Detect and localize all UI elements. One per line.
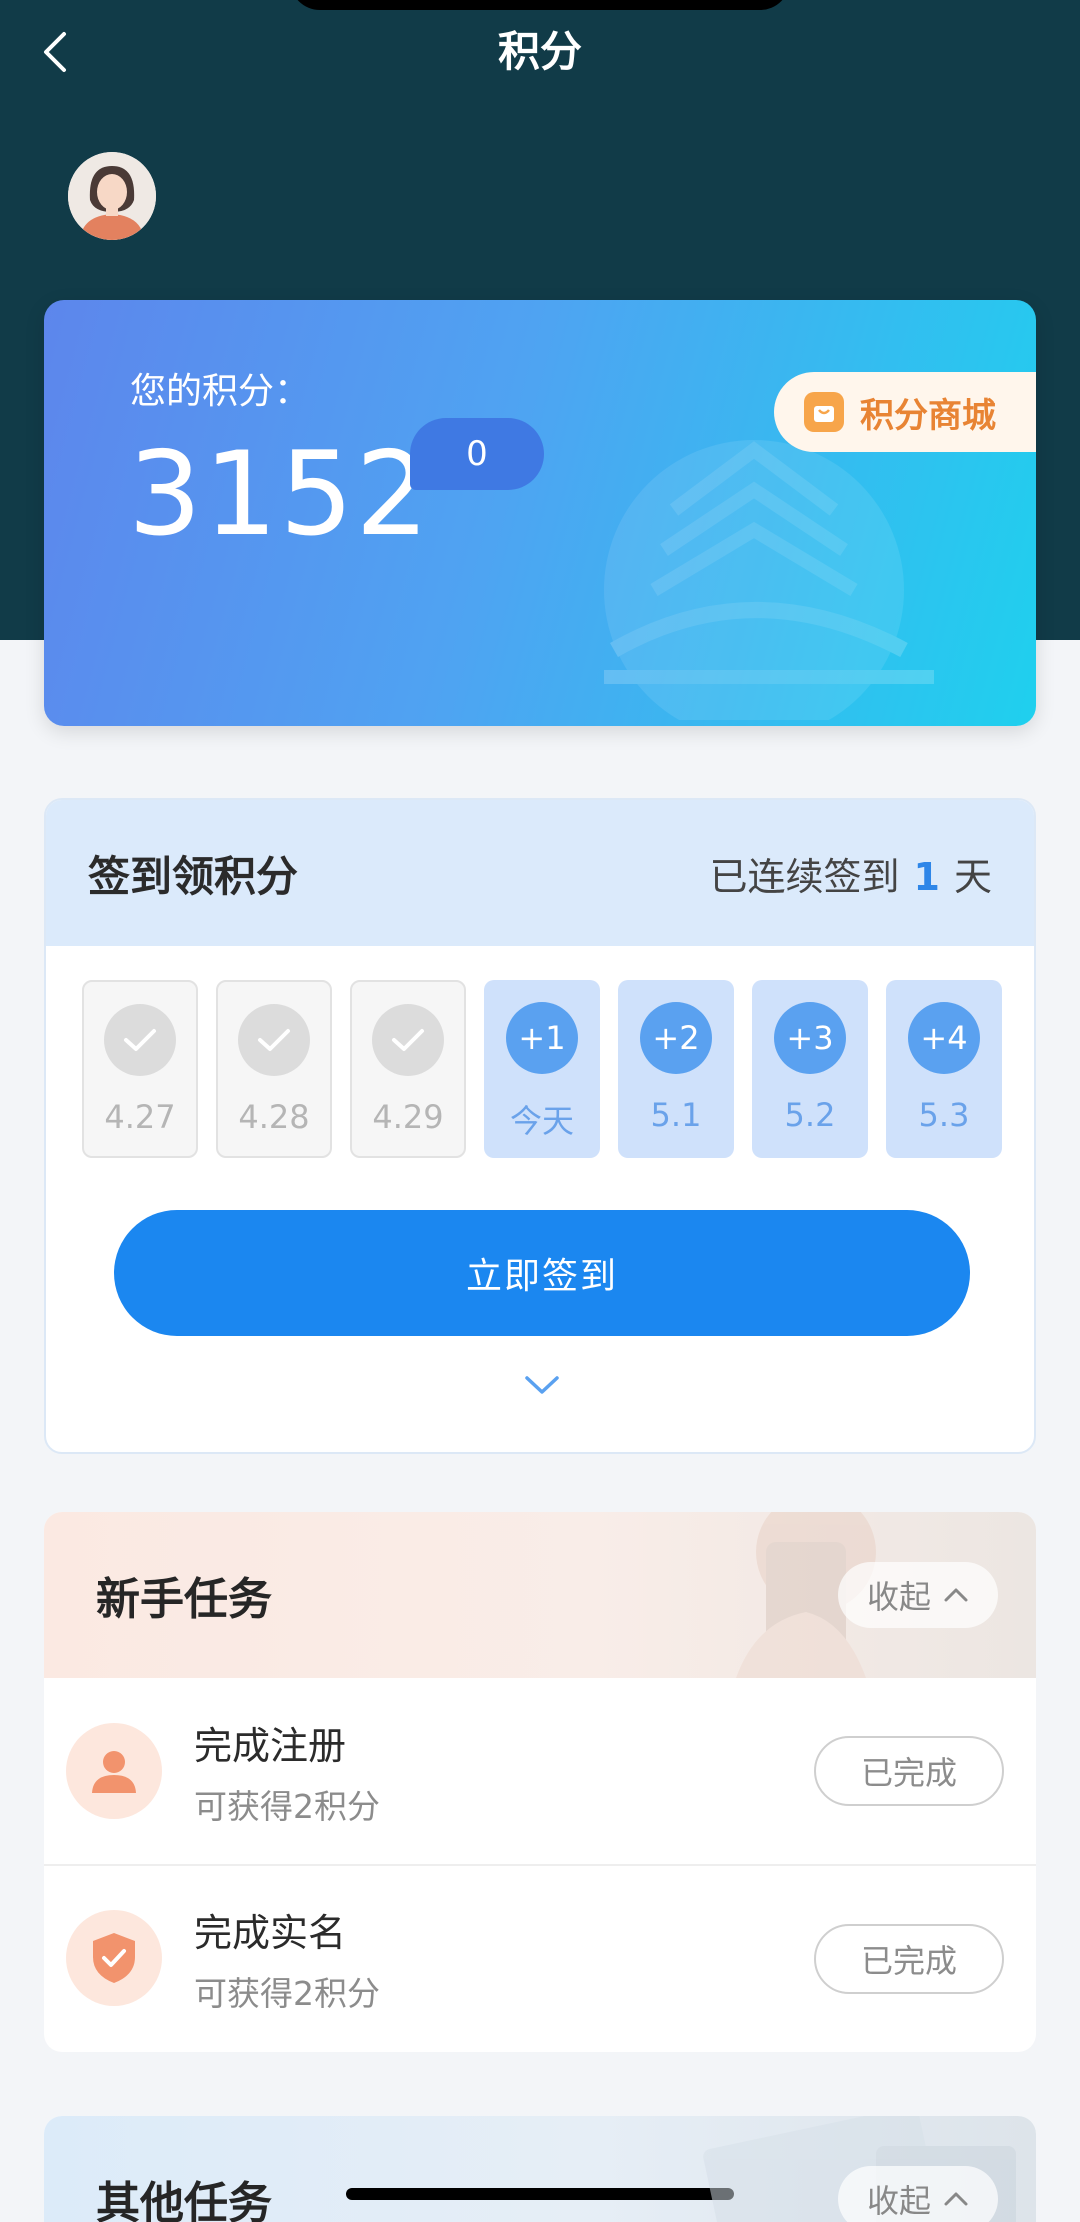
- points-mall-button[interactable]: 积分商城: [774, 372, 1036, 452]
- avatar[interactable]: [68, 152, 156, 240]
- signin-day-today[interactable]: +1 今天: [484, 980, 600, 1158]
- chevron-up-icon: [944, 1588, 968, 1602]
- signin-day-date: 今天: [509, 1102, 574, 1140]
- newbie-tasks-header: 新手任务 收起: [44, 1512, 1036, 1678]
- task-name: 完成注册: [194, 1723, 347, 1768]
- task-text: 完成实名 可获得2积分: [194, 1902, 380, 2015]
- points-mall-label: 积分商城: [860, 395, 996, 436]
- signin-streak: 已连续签到 1 天: [710, 846, 992, 901]
- chevron-down-icon: [525, 1376, 559, 1394]
- other-collapse-button[interactable]: 收起: [838, 2166, 998, 2222]
- check-icon: [372, 1004, 444, 1076]
- task-reward: 可获得2积分: [194, 1786, 380, 1826]
- task-reward: 可获得2积分: [194, 1973, 380, 2013]
- signin-title: 签到领积分: [88, 851, 299, 901]
- signin-day-5-1: +2 5.1: [618, 980, 734, 1158]
- signin-day-5-3: +4 5.3: [886, 980, 1002, 1158]
- signin-day-date: 5.2: [784, 1096, 836, 1134]
- chevron-up-icon: [944, 2192, 968, 2206]
- signin-day-date: 4.27: [104, 1098, 176, 1136]
- user-icon: [66, 1723, 162, 1819]
- signin-day-date: 5.3: [918, 1096, 970, 1134]
- landmark-watermark-icon: [604, 440, 934, 720]
- shield-check-icon: [66, 1910, 162, 2006]
- check-icon: [238, 1004, 310, 1076]
- check-icon: [104, 1004, 176, 1076]
- signin-day-date: 4.29: [372, 1098, 444, 1136]
- collapse-label: 收起: [866, 2182, 931, 2220]
- points-card: 您的积分： 3152 0 积分商城: [44, 300, 1036, 726]
- signin-day-reward: +1: [506, 1002, 578, 1074]
- expand-button[interactable]: [520, 1370, 564, 1400]
- streak-suffix: 天: [953, 854, 992, 899]
- points-label: 您的积分：: [130, 371, 311, 412]
- signin-card: 签到领积分 已连续签到 1 天 4.27 4.28 4.29 +1 今天 +2 …: [44, 798, 1036, 1454]
- task-status-button[interactable]: 已完成: [814, 1736, 1004, 1806]
- signin-day-reward: +2: [640, 1002, 712, 1074]
- signin-day-date: 4.28: [238, 1098, 310, 1136]
- other-tasks-title: 其他任务: [96, 2178, 272, 2222]
- signin-days: 4.27 4.28 4.29 +1 今天 +2 5.1 +3 5.2 +4 5.…: [82, 980, 1002, 1158]
- signin-day-4-29: 4.29: [350, 980, 466, 1158]
- shopping-bag-icon: [804, 392, 844, 432]
- signin-header: 签到领积分 已连续签到 1 天: [46, 800, 1034, 946]
- task-row-realname: 完成实名 可获得2积分 已完成: [44, 1864, 1036, 2050]
- task-status-button[interactable]: 已完成: [814, 1924, 1004, 1994]
- collapse-label: 收起: [866, 1578, 931, 1616]
- newbie-collapse-button[interactable]: 收起: [838, 1562, 998, 1628]
- device-notch: [290, 0, 790, 10]
- other-tasks-header: 其他任务 收起: [44, 2116, 1036, 2222]
- newbie-tasks-title: 新手任务: [96, 1574, 272, 1625]
- other-tasks-card: 其他任务 收起: [44, 2116, 1036, 2222]
- signin-day-reward: +4: [908, 1002, 980, 1074]
- newbie-tasks-card: 新手任务 收起 完成注册 可获得2积分 已完成 完成实名 可获得2积分 已完成: [44, 1512, 1036, 2052]
- signin-day-4-28: 4.28: [216, 980, 332, 1158]
- points-change-badge: 0: [410, 418, 544, 490]
- avatar-image: [68, 152, 156, 240]
- task-row-register: 完成注册 可获得2积分 已完成: [44, 1678, 1036, 1864]
- task-name: 完成实名: [194, 1910, 347, 1955]
- streak-prefix: 已连续签到: [709, 854, 900, 899]
- page-title: 积分: [497, 27, 582, 76]
- signin-day-5-2: +3 5.2: [752, 980, 868, 1158]
- streak-days: 1: [913, 854, 940, 899]
- points-value: 3152: [128, 427, 432, 562]
- task-text: 完成注册 可获得2积分: [194, 1715, 380, 1828]
- signin-now-button[interactable]: 立即签到: [114, 1210, 970, 1336]
- signin-day-reward: +3: [774, 1002, 846, 1074]
- signin-day-date: 5.1: [650, 1096, 702, 1134]
- signin-day-4-27: 4.27: [82, 980, 198, 1158]
